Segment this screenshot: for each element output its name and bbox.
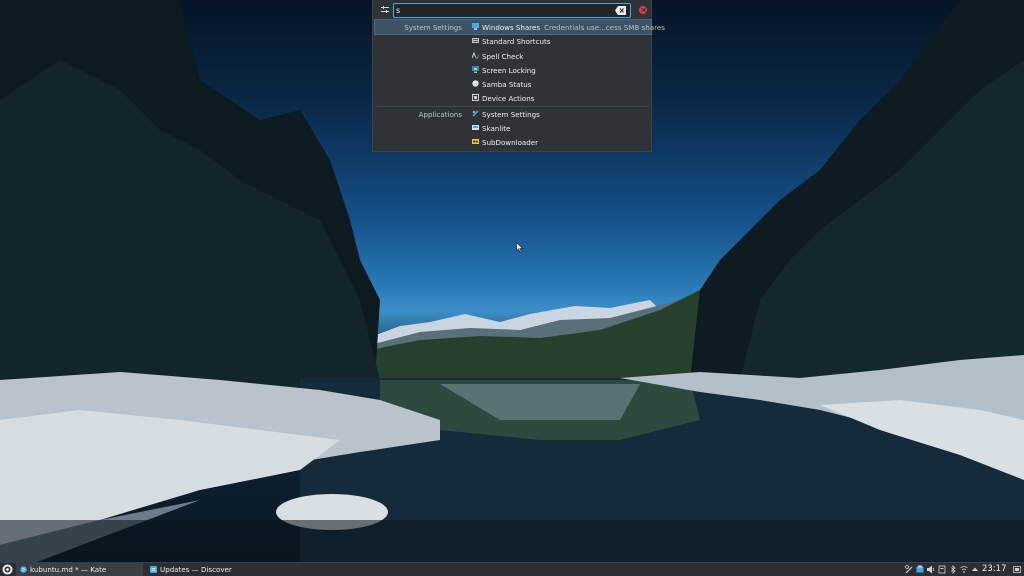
- result-system-settings[interactable]: Applications System Settings: [375, 107, 651, 121]
- clock[interactable]: 23:17: [982, 563, 1007, 576]
- category-label: System Settings: [404, 23, 462, 32]
- result-title: System Settings: [482, 109, 540, 119]
- taskbar-panel: kubuntu.md * — Kate Updates — Discover 2…: [0, 562, 1024, 576]
- network-icon[interactable]: [960, 565, 968, 574]
- subtitle-download-icon: [472, 139, 479, 145]
- result-screen-locking[interactable]: Screen Locking: [375, 63, 651, 77]
- volume-icon[interactable]: [927, 565, 935, 574]
- result-title: SubDownloader: [482, 138, 539, 148]
- discover-icon: [150, 566, 157, 573]
- result-skanlite[interactable]: Skanlite: [375, 121, 651, 135]
- screen-lock-icon: [472, 65, 479, 73]
- krunner-window: System Settings Windows SharesCredential…: [372, 0, 665, 152]
- device-actions-icon: [472, 94, 479, 102]
- mouse-cursor-icon: [516, 242, 524, 253]
- result-subdownloader[interactable]: SubDownloader: [375, 135, 651, 149]
- kate-icon: [20, 566, 27, 573]
- keyboard-icon: [472, 38, 479, 44]
- task-label: Updates — Discover: [160, 565, 232, 574]
- spellcheck-icon: [472, 51, 479, 59]
- scanner-icon: [472, 125, 479, 131]
- samba-icon: [472, 80, 479, 87]
- task-kate[interactable]: kubuntu.md * — Kate: [16, 563, 143, 576]
- system-settings-icon: [472, 110, 479, 117]
- network-share-icon: [472, 23, 479, 30]
- result-title: Screen Locking: [482, 65, 536, 75]
- result-title: Windows Shares: [482, 23, 541, 32]
- results-list: System Settings Windows Shares Credential…: [374, 18, 665, 150]
- result-spell-check[interactable]: Spell Check: [375, 49, 651, 63]
- application-launcher-icon[interactable]: [2, 564, 13, 575]
- task-label: kubuntu.md * — Kate: [30, 565, 107, 574]
- result-windows-shares[interactable]: System Settings Windows Shares Credential…: [374, 18, 665, 36]
- result-title: Device Actions: [482, 94, 535, 104]
- result-standard-shortcuts[interactable]: Standard Shortcuts: [375, 34, 651, 48]
- result-subtitle: Credentials use...cess SMB shares: [544, 23, 665, 32]
- result-title: Spell Check: [482, 51, 524, 61]
- configure-icon[interactable]: [378, 4, 392, 18]
- result-title: Samba Status: [482, 80, 532, 90]
- search-field[interactable]: [393, 3, 631, 18]
- result-device-actions[interactable]: Device Actions: [375, 91, 651, 105]
- category-label: Applications: [418, 109, 462, 119]
- tray-expand-arrow-icon[interactable]: [971, 565, 979, 574]
- bluetooth-icon[interactable]: [949, 565, 957, 574]
- task-discover[interactable]: Updates — Discover: [146, 563, 276, 576]
- device-notifier-icon[interactable]: [938, 565, 946, 574]
- show-desktop-icon[interactable]: [1013, 565, 1021, 574]
- close-button[interactable]: [639, 6, 647, 14]
- clipboard-icon[interactable]: [916, 565, 924, 574]
- result-title: Skanlite: [482, 124, 511, 134]
- search-input[interactable]: [396, 4, 606, 17]
- system-settings-tray-icon[interactable]: [905, 565, 913, 574]
- result-title: Standard Shortcuts: [482, 37, 551, 47]
- clear-text-icon[interactable]: [615, 6, 626, 15]
- result-samba-status[interactable]: Samba Status: [375, 77, 651, 91]
